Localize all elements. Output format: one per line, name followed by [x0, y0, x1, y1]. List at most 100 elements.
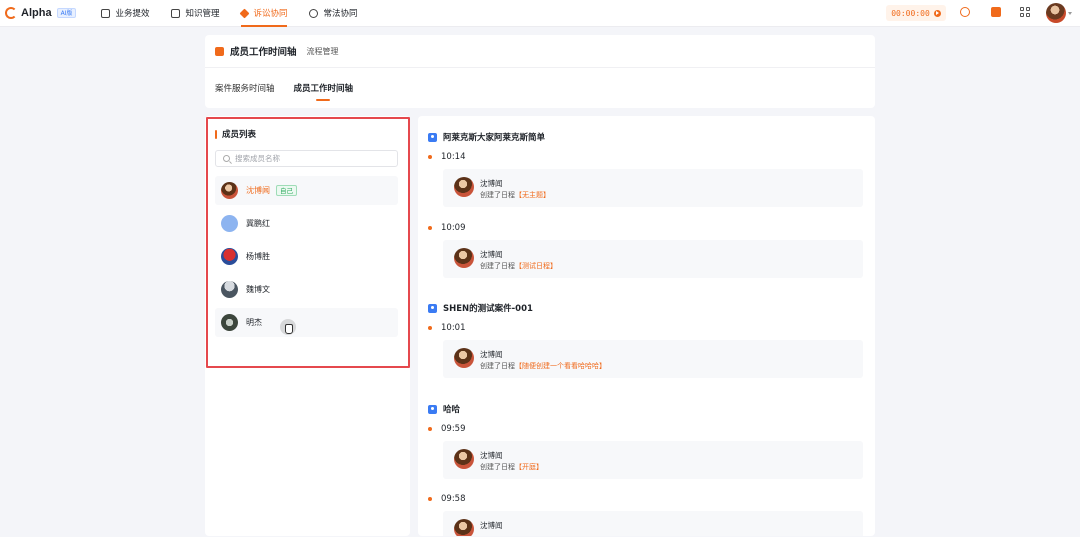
timeline-entry[interactable]: 沈博闻 创建了日程【测试日程】 — [443, 240, 863, 278]
case-icon — [428, 303, 437, 313]
work-timer[interactable]: 00:00:00 — [886, 5, 946, 21]
timeline-entry[interactable]: 沈博闻 — [443, 511, 863, 536]
entry-user: 沈博闻 — [480, 451, 503, 460]
page-title: 成员工作时间轴 — [230, 47, 297, 58]
title-accent-bar — [215, 129, 217, 139]
timeline-dot — [428, 326, 432, 330]
avatar — [221, 281, 238, 298]
timeline-entry[interactable]: 沈博闻 创建了日程【无主题】 — [443, 169, 863, 207]
timeline-dot — [428, 226, 432, 230]
avatar — [221, 248, 238, 265]
self-badge: 自己 — [276, 185, 297, 196]
nav-item-label: 诉讼协同 — [253, 9, 288, 19]
entry-target[interactable]: 【开庭】 — [515, 463, 543, 471]
entry-action: 创建了日程【开庭】 — [480, 462, 543, 472]
tab-bar: 案件服务时间轴 成员工作时间轴 — [205, 68, 875, 108]
timer-value: 00:00:00 — [891, 8, 930, 18]
timeline-time: 09:59 — [428, 424, 466, 434]
logo[interactable]: Alpha AI版 — [5, 7, 77, 19]
logo-text: Alpha — [21, 7, 52, 19]
case-name: SHEN的测试案件-001 — [443, 304, 533, 314]
chevron-down-icon[interactable] — [1068, 12, 1072, 15]
timeline-time: 10:09 — [428, 223, 466, 233]
search-icon — [223, 155, 230, 162]
time-label: 10:01 — [441, 323, 466, 333]
timeline-time: 10:01 — [428, 323, 466, 333]
timeline-dot — [428, 427, 432, 431]
nav-menu: 业务提效 知识管理 诉讼协同 常法协同 — [101, 0, 379, 27]
time-label: 09:59 — [441, 424, 466, 434]
tab-member-work-timeline[interactable]: 成员工作时间轴 — [294, 68, 353, 108]
case-icon — [428, 404, 437, 414]
avatar — [221, 182, 238, 199]
member-search-input[interactable] — [235, 154, 385, 163]
member-name: 沈博闻 — [246, 186, 270, 195]
timeline-dot — [428, 497, 432, 501]
page-title-row: 成员工作时间轴 流程管理 — [205, 35, 875, 68]
entry-action-text: 创建了日程 — [480, 463, 515, 471]
calendar-icon — [101, 8, 111, 18]
nav-item-label: 常法协同 — [323, 9, 358, 19]
breadcrumb[interactable]: 流程管理 — [307, 46, 339, 57]
member-item[interactable]: 魏博文 — [215, 275, 398, 304]
nav-item-litigation[interactable]: 诉讼协同 — [240, 0, 288, 27]
entry-target[interactable]: 【无主题】 — [515, 191, 550, 199]
entry-action-text: 创建了日程 — [480, 362, 515, 370]
member-name: 魏博文 — [246, 285, 270, 294]
entry-user: 沈博闻 — [480, 179, 503, 188]
nav-item-knowledge[interactable]: 知识管理 — [171, 0, 219, 27]
mouse-cursor-icon — [280, 319, 296, 335]
member-list-heading: 成员列表 — [222, 130, 257, 140]
member-item[interactable]: 冀鹏红 — [215, 209, 398, 238]
case-name: 阿莱克斯大家阿莱克斯简单 — [443, 133, 546, 143]
avatar — [454, 348, 474, 368]
timeline-time: 09:58 — [428, 494, 466, 504]
member-item[interactable]: 明杰 — [215, 308, 398, 337]
ai-badge: AI版 — [56, 8, 77, 18]
page-header: 成员工作时间轴 流程管理 案件服务时间轴 成员工作时间轴 — [205, 35, 875, 108]
case-title[interactable]: 哈哈 — [428, 403, 460, 415]
entry-user: 沈博闻 — [480, 521, 503, 530]
alarm-icon[interactable] — [960, 7, 970, 17]
nav-item-label: 知识管理 — [185, 9, 220, 19]
member-item[interactable]: 杨博胜 — [215, 242, 398, 271]
entry-target[interactable]: 【测试日程】 — [515, 262, 557, 270]
calendar-icon[interactable] — [991, 7, 1001, 17]
member-item[interactable]: 沈博闻 自己 — [215, 176, 398, 205]
play-icon[interactable] — [933, 9, 941, 17]
entry-user: 沈博闻 — [480, 350, 503, 359]
avatar — [221, 215, 238, 232]
avatar — [454, 449, 474, 469]
apps-grid-icon[interactable] — [1020, 7, 1030, 17]
case-title[interactable]: SHEN的测试案件-001 — [428, 302, 533, 314]
entry-action-text: 创建了日程 — [480, 262, 515, 270]
nav-item-business[interactable]: 业务提效 — [101, 0, 149, 27]
user-avatar[interactable] — [1046, 3, 1066, 23]
timeline-entry[interactable]: 沈博闻 创建了日程【随便创建一个看看哈哈哈】 — [443, 340, 863, 378]
entry-target[interactable]: 【随便创建一个看看哈哈哈】 — [515, 362, 606, 370]
member-search[interactable] — [215, 150, 398, 167]
alpha-logo-icon — [5, 7, 17, 19]
timeline-panel: 阿莱克斯大家阿莱克斯简单 10:14 沈博闻 创建了日程【无主题】 10:09 … — [418, 116, 875, 536]
timeline-entry[interactable]: 沈博闻 创建了日程【开庭】 — [443, 441, 863, 479]
entry-action: 创建了日程【无主题】 — [480, 190, 550, 200]
tab-case-service-timeline[interactable]: 案件服务时间轴 — [215, 68, 275, 108]
book-icon — [171, 8, 181, 18]
entry-action: 创建了日程【测试日程】 — [480, 261, 557, 271]
member-list-title: 成员列表 — [215, 128, 256, 140]
nav-item-regular-law[interactable]: 常法协同 — [309, 0, 358, 27]
entry-user: 沈博闻 — [480, 250, 503, 259]
shield-icon — [309, 8, 319, 18]
case-title[interactable]: 阿莱克斯大家阿莱克斯简单 — [428, 131, 545, 143]
timeline-icon — [215, 46, 224, 56]
case-icon — [428, 132, 437, 142]
timeline-time: 10:14 — [428, 152, 466, 162]
litigation-icon — [240, 8, 250, 18]
avatar — [221, 314, 238, 331]
avatar — [454, 248, 474, 268]
member-name: 冀鹏红 — [246, 219, 270, 228]
time-label: 10:09 — [441, 223, 466, 233]
member-name: 明杰 — [246, 318, 262, 327]
entry-action-text: 创建了日程 — [480, 191, 515, 199]
entry-action: 创建了日程【随便创建一个看看哈哈哈】 — [480, 361, 606, 371]
